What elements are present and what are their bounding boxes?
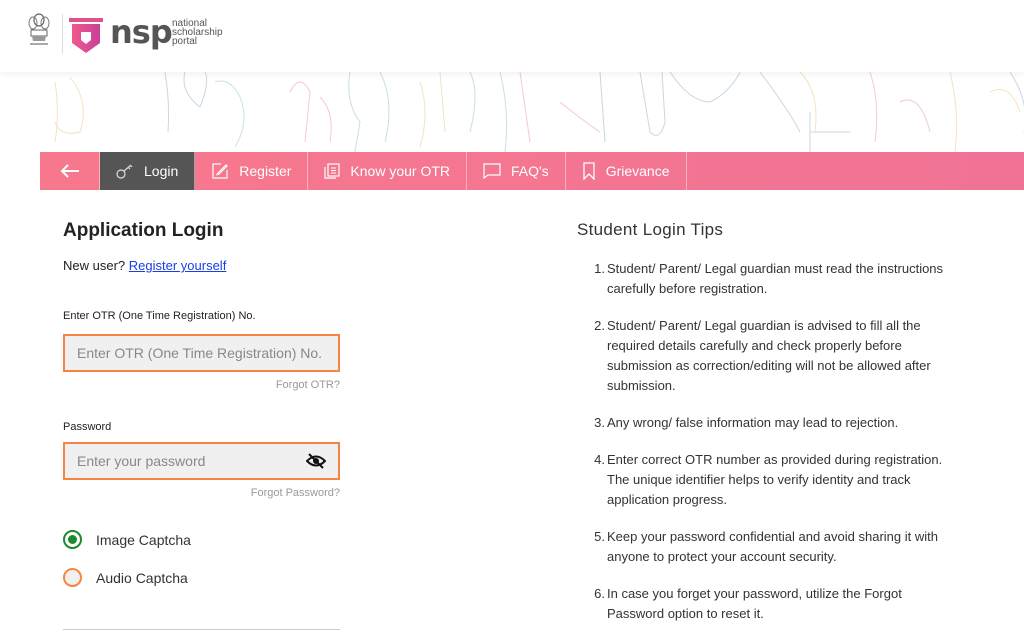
otr-label: Enter OTR (One Time Registration) No.: [63, 310, 256, 322]
edit-icon: [211, 162, 229, 180]
tab-login[interactable]: Login: [100, 152, 196, 190]
tip-text: Student/ Parent/ Legal guardian must rea…: [607, 261, 944, 296]
login-form: Application Login New user? Register you…: [63, 220, 340, 587]
bookmark-icon: [582, 162, 596, 180]
tip-text: Any wrong/ false information may lead to…: [607, 415, 899, 430]
national-emblem-logo: [28, 13, 50, 45]
register-yourself-link[interactable]: Register yourself: [129, 258, 227, 273]
tip-item: 1. Student/ Parent/ Legal guardian must r…: [577, 259, 947, 299]
image-captcha-option[interactable]: Image Captcha: [63, 530, 340, 549]
tip-text: Keep your password confidential and avoi…: [607, 529, 938, 564]
decorative-banner: [0, 72, 1024, 152]
form-divider: [63, 629, 340, 630]
tip-text: In case you forget your password, utiliz…: [607, 586, 902, 621]
chat-icon: [483, 163, 501, 179]
tip-item: 5. Keep your password confidential and av…: [577, 527, 947, 567]
radio-selected-icon[interactable]: [63, 530, 82, 549]
key-icon: [116, 163, 134, 179]
tip-number: 3.: [594, 415, 605, 430]
radio-label: Image Captcha: [96, 531, 191, 548]
tip-item: 6. In case you forget your password, util…: [577, 584, 947, 624]
tab-label: Login: [144, 163, 179, 179]
tab-faqs[interactable]: FAQ's: [467, 152, 566, 190]
radio-unselected-icon[interactable]: [63, 568, 82, 587]
otr-input[interactable]: [77, 345, 326, 361]
tip-item: 4. Enter correct OTR number as provided d…: [577, 450, 947, 510]
tip-number: 2.: [594, 318, 605, 333]
login-tips-panel: Student Login Tips 1. Student/ Parent/ Le…: [577, 220, 947, 641]
tip-item: 2. Student/ Parent/ Legal guardian is adv…: [577, 316, 947, 396]
tab-label: Register: [239, 163, 292, 179]
tips-list: 1. Student/ Parent/ Legal guardian must r…: [577, 259, 947, 624]
tip-text: Student/ Parent/ Legal guardian is advis…: [607, 318, 931, 393]
back-button[interactable]: [40, 152, 100, 190]
tips-title: Student Login Tips: [577, 220, 724, 239]
eye-off-icon[interactable]: [306, 453, 326, 469]
tab-label: Grievance: [605, 163, 670, 179]
password-input[interactable]: [77, 453, 306, 469]
tab-register[interactable]: Register: [195, 152, 309, 190]
site-header: nsp national scholarship portal: [0, 0, 1024, 72]
tab-know-your-otr[interactable]: Know your OTR: [308, 152, 467, 190]
tip-number: 6.: [594, 586, 605, 601]
main-nav: Login Register Know your OTR FAQ's Griev…: [40, 152, 1024, 190]
document-icon: [324, 163, 341, 179]
tab-label: FAQ's: [511, 163, 549, 179]
forgot-otr-link[interactable]: Forgot OTR?: [63, 379, 340, 391]
password-label: Password: [63, 421, 112, 433]
logo-divider: [62, 14, 63, 54]
tab-label: Know your OTR: [350, 163, 450, 179]
tip-number: 5.: [594, 529, 605, 544]
audio-captcha-option[interactable]: Audio Captcha: [63, 568, 340, 587]
tip-number: 1.: [594, 261, 605, 276]
radio-label: Audio Captcha: [96, 569, 188, 586]
tip-text: Enter correct OTR number as provided dur…: [607, 452, 943, 507]
nsp-logo-icon: [69, 18, 103, 53]
arrow-left-icon: [60, 164, 79, 178]
new-user-prompt: New user? Register yourself: [63, 258, 340, 273]
line-art-illustration: [54, 72, 1024, 152]
tip-item: 3. Any wrong/ false information may lead …: [577, 413, 947, 433]
page-title: Application Login: [63, 220, 224, 241]
brand-subtitle: national scholarship portal: [172, 19, 223, 47]
brand-name: nsp: [110, 13, 173, 51]
new-user-text: New user?: [63, 258, 126, 273]
tab-grievance[interactable]: Grievance: [566, 152, 687, 190]
tip-number: 4.: [594, 452, 605, 467]
otr-input-wrapper: [63, 334, 340, 372]
forgot-password-link[interactable]: Forgot Password?: [63, 487, 340, 499]
password-input-wrapper: [63, 442, 340, 480]
brand-line: portal: [172, 36, 198, 47]
